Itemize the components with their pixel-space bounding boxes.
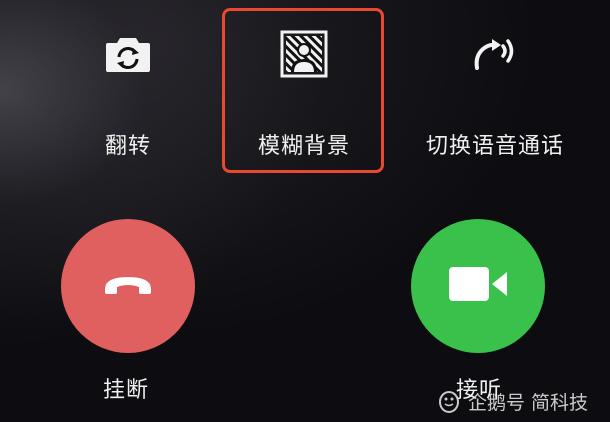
flip-camera-button[interactable]: 翻转: [60, 0, 196, 180]
hang-up-phone-icon: [101, 269, 155, 303]
video-camera-icon: [447, 264, 509, 308]
watermark-text: 企鹅号 简科技: [468, 391, 589, 414]
watermark: 企鹅号 简科技: [436, 386, 588, 416]
flip-camera-label: 翻转: [104, 134, 151, 159]
switch-voice-call-label: 切换语音通话: [425, 134, 564, 159]
penguin-logo-icon: [436, 388, 462, 414]
switch-voice-call-button[interactable]: 切换语音通话: [400, 0, 590, 180]
hang-up-button[interactable]: [61, 219, 195, 353]
blur-background-label: 模糊背景: [257, 134, 350, 159]
blur-portrait-icon: [278, 28, 330, 80]
video-call-screen: 翻转 模糊背景 切换语音通话 挂断 接听 企鹅号 简科技: [0, 0, 610, 422]
hang-up-label: 挂断: [103, 378, 150, 403]
blur-background-button[interactable]: 模糊背景: [222, 0, 386, 180]
camera-flip-icon: [102, 28, 154, 80]
voice-call-icon: [469, 28, 521, 80]
answer-video-button[interactable]: [411, 219, 545, 353]
